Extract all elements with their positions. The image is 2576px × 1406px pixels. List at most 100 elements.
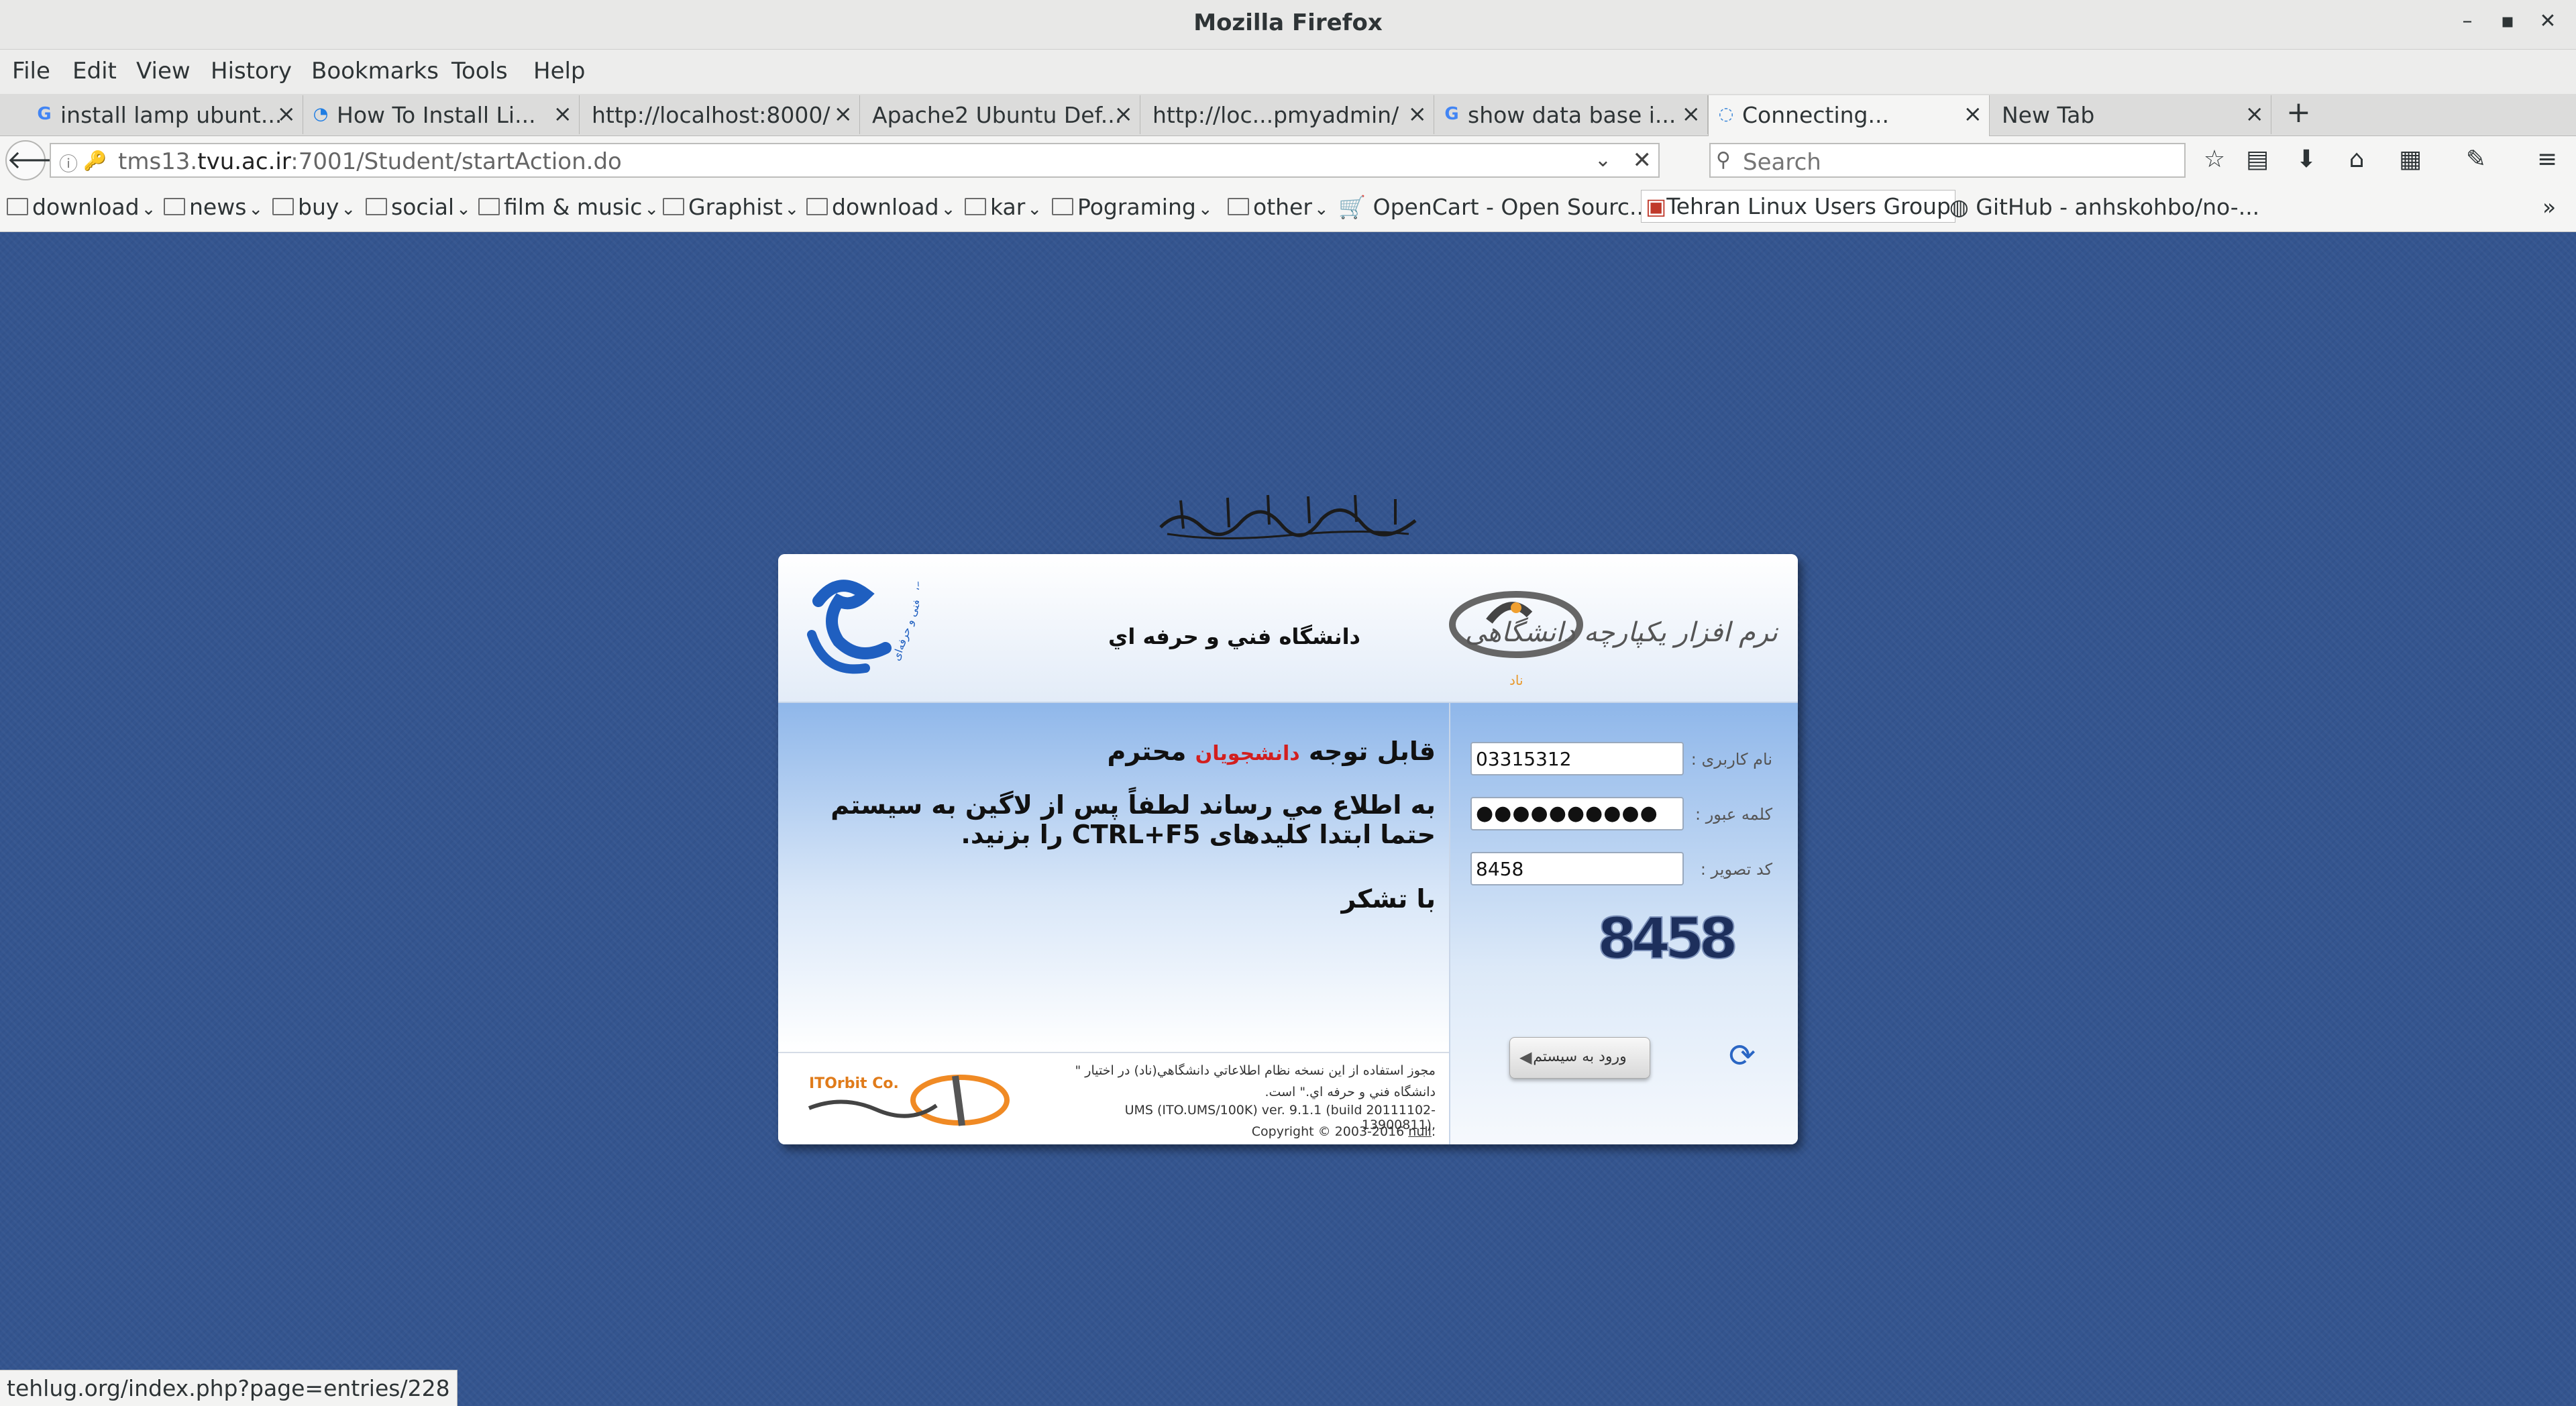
chevron-down-icon: ⌄	[1027, 199, 1042, 219]
url-text[interactable]: tms13.tvu.ac.ir:7001/Student/startAction…	[118, 148, 622, 175]
url-bar[interactable]: ⓘ 🔑 tms13.tvu.ac.ir:7001/Student/startAc…	[50, 143, 1660, 178]
home-icon[interactable]: ⌂	[2340, 146, 2373, 173]
tab[interactable]: G show data base i... ×	[1434, 95, 1708, 134]
hamburger-menu-icon[interactable]: ≡	[2530, 146, 2564, 173]
chevron-down-icon: ⌄	[941, 199, 956, 219]
bookmark-folder[interactable]: Graphist ⌄	[663, 194, 799, 220]
menu-tools[interactable]: Tools	[451, 58, 508, 85]
title-bar: Mozilla Firefox – ▪ ✕	[0, 0, 2576, 50]
key-icon: 🔑	[83, 150, 107, 172]
folder-icon	[7, 197, 28, 215]
bookmark-folder[interactable]: news ⌄	[164, 194, 263, 220]
search-icon: ⚲	[1716, 148, 1731, 172]
reading-list-icon[interactable]: ▤	[2241, 146, 2274, 173]
back-button[interactable]: 🡐	[5, 140, 75, 180]
tab-close-icon[interactable]: ×	[1408, 101, 1428, 127]
tab-close-icon[interactable]: ×	[1114, 101, 1134, 127]
bismillah-calligraphy	[1159, 494, 1417, 540]
captcha-label: کد تصویر :	[1700, 860, 1772, 879]
menu-bookmarks[interactable]: Bookmarks	[311, 58, 439, 85]
chevron-down-icon: ⌄	[248, 199, 264, 219]
tab[interactable]: Apache2 Ubuntu Def... ×	[860, 95, 1140, 134]
bookmark-folder[interactable]: other ⌄	[1228, 194, 1329, 220]
bookmarks-overflow-icon[interactable]: »	[2542, 194, 2556, 220]
bookmarks-bar: download ⌄ news ⌄ buy ⌄ social ⌄ film & musi…	[0, 184, 2576, 232]
tab[interactable]: http://localhost:8000/ ×	[580, 95, 860, 134]
folder-icon	[366, 197, 387, 215]
captcha-input[interactable]	[1470, 852, 1684, 885]
panel-footer: ITOrbit Co. مجوز استفاده از این نسخه نظا…	[778, 1052, 1449, 1144]
tab-close-icon[interactable]: ×	[553, 101, 573, 127]
chevron-down-icon[interactable]: ⌄	[1595, 148, 1611, 172]
copyright-link[interactable]: null	[1408, 1124, 1432, 1139]
google-icon: G	[1444, 104, 1459, 124]
folder-icon	[1228, 197, 1249, 215]
username-label: نام کاربری :	[1690, 750, 1772, 769]
tab-label: install lamp ubunt...	[60, 102, 282, 128]
tab-close-icon[interactable]: ×	[834, 101, 853, 127]
menu-file[interactable]: File	[12, 58, 50, 85]
captcha-text: 8458	[1597, 906, 1735, 971]
tab[interactable]: G install lamp ubunt... ×	[27, 95, 303, 134]
search-bar[interactable]: ⚲	[1709, 143, 2186, 178]
bookmark-folder[interactable]: kar ⌄	[965, 194, 1042, 220]
minimize-button[interactable]: –	[2454, 9, 2481, 33]
bookmark-label: Graphist	[688, 194, 783, 220]
tab-close-icon[interactable]: ×	[2245, 101, 2265, 127]
bookmark-folder[interactable]: download ⌄	[7, 194, 156, 220]
menu-help[interactable]: Help	[533, 58, 586, 85]
copyright-suffix: .	[1431, 1124, 1436, 1139]
nad-logo-sub: ناد	[1509, 672, 1523, 688]
bookmark-link[interactable]: ▣Tehran Linux Users Group	[1641, 190, 1955, 223]
google-icon: G	[37, 104, 52, 124]
tvu-logo: دانشگاه فنی و حرفه‌ای	[807, 574, 919, 674]
github-icon: ◍	[1949, 194, 1969, 220]
tab-close-icon[interactable]: ×	[1964, 101, 1983, 127]
login-button-label: ورود به سیستم	[1533, 1048, 1627, 1065]
captcha-image: 8458	[1597, 905, 1741, 971]
university-title: دانشگاه فني و حرفه اي	[1108, 624, 1360, 649]
tab-active[interactable]: ◌ Connecting... ×	[1708, 95, 1990, 137]
tab-close-icon[interactable]: ×	[277, 101, 297, 127]
menu-history[interactable]: History	[211, 58, 292, 85]
bookmark-folder[interactable]: film & music ⌄	[478, 194, 659, 220]
bookmark-folder[interactable]: download ⌄	[806, 194, 955, 220]
bookmark-folder[interactable]: Pograming ⌄	[1052, 194, 1213, 220]
notice-heading-text: قابل توجه	[1308, 737, 1436, 766]
username-input[interactable]	[1470, 742, 1684, 775]
menu-bar: File Edit View History Bookmarks Tools H…	[0, 50, 2576, 94]
bookmark-folder[interactable]: social ⌄	[366, 194, 471, 220]
new-tab-button[interactable]: +	[2286, 95, 2311, 129]
folder-icon	[478, 197, 500, 215]
bookmark-label: Tehran Linux Users Group	[1666, 193, 1951, 219]
folder-icon	[164, 197, 185, 215]
bookmark-folder[interactable]: buy ⌄	[272, 194, 356, 220]
stop-icon[interactable]: ✕	[1633, 147, 1652, 174]
addon-icon[interactable]: ✎	[2459, 146, 2493, 173]
search-input[interactable]	[1741, 148, 2174, 176]
tab[interactable]: ◔ How To Install Li... ×	[303, 95, 580, 134]
tab[interactable]: New Tab ×	[1990, 95, 2271, 134]
menu-view[interactable]: View	[136, 58, 191, 85]
extension-icon[interactable]: ▦	[2394, 146, 2427, 173]
tab-close-icon[interactable]: ×	[1682, 101, 1701, 127]
chevron-down-icon: ⌄	[1197, 199, 1213, 219]
tab-label: Connecting...	[1742, 102, 1889, 128]
bookmark-link[interactable]: 🛒 OpenCart - Open Sourc...	[1338, 194, 1651, 221]
tab[interactable]: http://loc...pmyadmin/ ×	[1140, 95, 1434, 134]
password-input[interactable]: ●●●●●●●●●●	[1470, 797, 1684, 830]
tehlug-icon: ▣	[1646, 193, 1667, 219]
refresh-captcha-icon[interactable]: ⟳	[1722, 1036, 1762, 1076]
star-icon[interactable]: ☆	[2198, 146, 2231, 173]
maximize-button[interactable]: ▪	[2494, 9, 2521, 33]
digitalocean-icon: ◔	[313, 104, 329, 124]
menu-edit[interactable]: Edit	[72, 58, 117, 85]
chevron-down-icon: ⌄	[644, 199, 659, 219]
bookmark-label: download	[832, 194, 939, 220]
login-button[interactable]: ◀ ورود به سیستم	[1509, 1037, 1650, 1079]
download-icon[interactable]: ⬇	[2290, 146, 2323, 173]
panel-header: دانشگاه فنی و حرفه‌ای دانشگاه فني و حرفه…	[778, 554, 1798, 703]
bookmark-link[interactable]: ◍ GitHub - anhskohbo/no-...	[1949, 194, 2259, 220]
chevron-down-icon: ⌄	[784, 199, 800, 219]
close-window-button[interactable]: ✕	[2534, 9, 2561, 33]
